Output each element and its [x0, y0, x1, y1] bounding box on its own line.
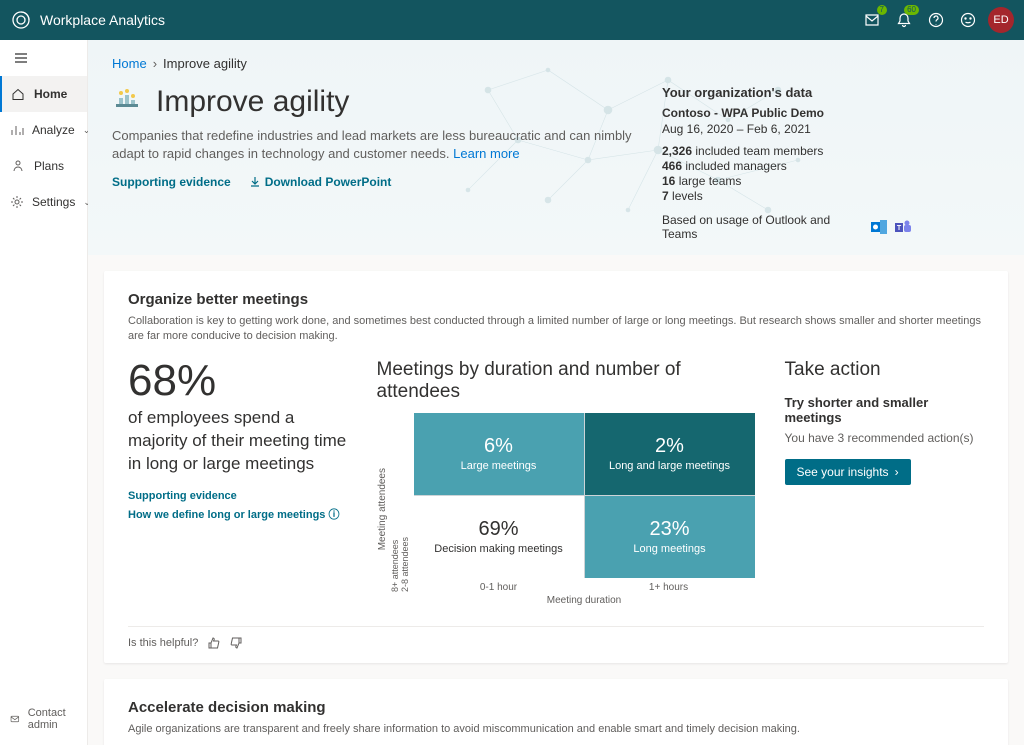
sidebar-item-label: Analyze	[32, 123, 75, 137]
settings-icon	[10, 195, 24, 209]
card-accelerate-decisions: Accelerate decision making Agile organiz…	[104, 679, 1008, 745]
sidebar-item-label: Plans	[34, 159, 64, 173]
card-subtitle: Agile organizations are transparent and …	[128, 722, 984, 737]
xaxis-label: Meeting duration	[414, 595, 755, 606]
yaxis-tick: 2-8 attendees	[400, 426, 410, 592]
page-icon	[112, 87, 142, 117]
chevron-right-icon: ›	[895, 465, 899, 479]
sidebar-item-label: Home	[34, 87, 67, 101]
org-stat-teams: 16 large teams	[662, 174, 912, 188]
thumbs-up-icon[interactable]	[208, 637, 220, 649]
metric-description: of employees spend a majority of their m…	[128, 407, 347, 476]
action-description: You have 3 recommended action(s)	[785, 431, 985, 445]
topbar: Workplace Analytics 7 60 ED	[0, 0, 1024, 40]
sidebar-item-home[interactable]: Home	[0, 76, 87, 112]
contact-admin-label: Contact admin	[28, 707, 77, 731]
chart-title: Meetings by duration and number of atten…	[377, 359, 755, 403]
breadcrumb: Home › Improve agility	[112, 56, 1000, 71]
supporting-evidence-link[interactable]: Supporting evidence	[112, 175, 231, 189]
hero-header: Home › Improve agility Improve agility C…	[88, 40, 1024, 255]
feedback-icon[interactable]	[952, 4, 984, 36]
breadcrumb-current: Improve agility	[163, 56, 247, 71]
sidebar-item-plans[interactable]: Plans	[0, 148, 87, 184]
sidebar-item-settings[interactable]: Settings ⌄	[0, 184, 87, 220]
org-stat-levels: 7 levels	[662, 189, 912, 203]
help-icon[interactable]	[920, 4, 952, 36]
see-insights-button[interactable]: See your insights ›	[785, 459, 911, 485]
sidebar-item-analyze[interactable]: Analyze ⌄	[0, 112, 87, 148]
menu-toggle-icon[interactable]	[0, 40, 87, 76]
quad-long-meetings: 23%Long meetings	[585, 496, 755, 578]
card-title: Organize better meetings	[128, 291, 984, 308]
page-title: Improve agility	[156, 85, 349, 119]
app-logo-icon	[10, 9, 32, 31]
card-subtitle: Collaboration is key to getting work don…	[128, 314, 984, 345]
thumbs-down-icon[interactable]	[230, 637, 242, 649]
org-stat-members: 2,326 included team members	[662, 144, 912, 158]
yaxis-tick: 8+ attendees	[390, 426, 400, 592]
org-based-on: Based on usage of Outlook and Teams	[662, 213, 864, 241]
quad-long-large-meetings: 2%Long and large meetings	[585, 413, 755, 495]
contact-admin-link[interactable]: Contact admin	[0, 699, 87, 745]
home-icon	[10, 87, 26, 101]
card-title: Accelerate decision making	[128, 699, 984, 716]
plans-icon	[10, 159, 26, 173]
svg-text:T: T	[897, 225, 902, 232]
supporting-evidence-link[interactable]: Supporting evidence	[128, 490, 347, 502]
metric-value: 68%	[128, 359, 347, 403]
mail-icon[interactable]: 7	[856, 4, 888, 36]
analyze-icon	[10, 123, 24, 137]
card-organize-meetings: Organize better meetings Collaboration i…	[104, 271, 1008, 663]
download-powerpoint-link[interactable]: Download PowerPoint	[249, 175, 392, 189]
definition-link[interactable]: How we define long or large meetings ⓘ	[128, 506, 347, 522]
action-title: Try shorter and smaller meetings	[785, 395, 985, 425]
quadrant-chart: 6%Large meetings 2%Long and large meetin…	[414, 413, 755, 578]
org-data-panel: Your organization's data Contoso - WPA P…	[662, 85, 912, 241]
app-title: Workplace Analytics	[40, 12, 165, 28]
teams-icon: T	[894, 218, 912, 236]
yaxis-label: Meeting attendees	[377, 468, 388, 550]
outlook-icon	[870, 218, 888, 236]
breadcrumb-root[interactable]: Home	[112, 56, 147, 71]
bell-icon[interactable]: 60	[888, 4, 920, 36]
page-description: Companies that redefine industries and l…	[112, 127, 662, 163]
chevron-right-icon: ›	[153, 56, 157, 71]
info-icon: ⓘ	[328, 509, 339, 521]
org-stat-managers: 466 included managers	[662, 159, 912, 173]
user-avatar[interactable]: ED	[988, 7, 1014, 33]
xaxis-tick: 1+ hours	[584, 582, 754, 593]
quad-decision-meetings: 69%Decision making meetings	[414, 496, 584, 578]
org-heading: Your organization's data	[662, 85, 912, 100]
content-scroll[interactable]: Home › Improve agility Improve agility C…	[88, 40, 1024, 745]
sidebar-item-label: Settings	[32, 195, 75, 209]
org-name: Contoso - WPA Public Demo	[662, 106, 912, 120]
xaxis-tick: 0-1 hour	[414, 582, 584, 593]
take-action-heading: Take action	[785, 359, 985, 381]
learn-more-link[interactable]: Learn more	[453, 146, 519, 161]
bell-badge: 60	[904, 5, 919, 15]
helpful-label: Is this helpful?	[128, 637, 198, 649]
org-date-range: Aug 16, 2020 – Feb 6, 2021	[662, 122, 912, 136]
sidebar: Home Analyze ⌄ Plans Settings ⌄ Contact …	[0, 40, 88, 745]
mail-badge: 7	[877, 5, 887, 15]
quad-large-meetings: 6%Large meetings	[414, 413, 584, 495]
